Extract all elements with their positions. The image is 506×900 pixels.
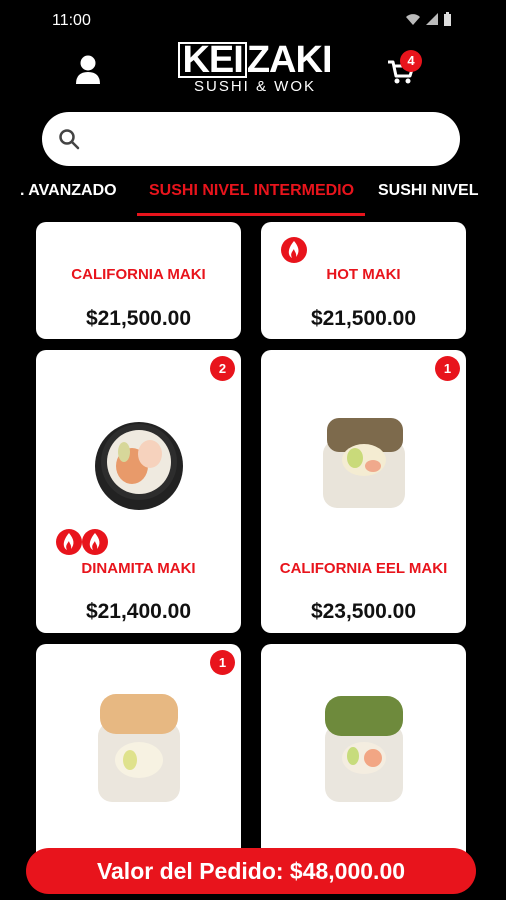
product-card-california-maki[interactable]: CALIFORNIA MAKI $21,500.00 [36,222,241,339]
logo-kei: KEI [178,41,247,79]
product-name: HOT MAKI [326,266,401,283]
user-icon [76,55,100,84]
wifi-icon [406,14,420,25]
status-bar: 11:00 [0,0,506,40]
app-header: KEI ZAKI SUSHI & WOK 4 [0,40,506,104]
logo-zaki: ZAKI [246,39,333,81]
tab-sushi-nivel[interactable]: SUSHI NIVEL [378,182,478,200]
cart-count-badge: 4 [400,50,422,72]
tab-sushi-nivel-intermedio[interactable]: SUSHI NIVEL INTERMEDIO [149,182,354,200]
chili-flame-icon [82,529,108,555]
status-time: 11:00 [52,12,91,29]
quantity-badge: 2 [210,356,235,381]
order-total-label: Valor del Pedido: $48,000.00 [96,858,406,884]
order-total-button[interactable]: Valor del Pedido: $48,000.00 [26,848,476,894]
product-image [323,418,405,508]
status-icons [405,12,452,26]
search-bar[interactable] [42,112,460,166]
product-price: $23,500.00 [310,600,417,623]
product-name: CALIFORNIA MAKI [71,266,206,283]
product-price: $21,500.00 [310,307,417,330]
product-name: CALIFORNIA EEL MAKI [279,560,448,577]
category-tabs: . AVANZADO SUSHI NIVEL INTERMEDIO SUSHI … [0,170,506,216]
quantity-badge: 1 [210,650,235,675]
product-grid: CALIFORNIA MAKI $21,500.00 HOT MAKI $21,… [0,222,506,852]
profile-button[interactable] [74,54,102,86]
battery-icon [444,12,451,26]
product-price: $21,500.00 [85,307,192,330]
product-image [325,696,403,802]
product-card[interactable] [261,644,466,852]
product-image [95,422,183,510]
chili-flame-icon [281,237,307,263]
tab-avanzado[interactable]: . AVANZADO [20,182,117,200]
logo-subtitle: SUSHI & WOK [193,78,316,95]
product-name: DINAMITA MAKI [81,560,196,577]
spicy-indicator [279,236,309,264]
logo: KEI ZAKI SUSHI & WOK [170,40,340,102]
product-card-dinamita-maki[interactable]: 2 DINAMITA MAKI $21,400.00 [36,350,241,633]
product-image [98,694,180,802]
search-input[interactable] [92,122,442,156]
product-card-california-eel-maki[interactable]: 1 CALIFORNIA EEL MAKI $23,500.00 [261,350,466,633]
product-price: $21,400.00 [85,600,192,623]
spicy-indicator [54,528,110,556]
product-card[interactable]: 1 [36,644,241,852]
product-card-hot-maki[interactable]: HOT MAKI $21,500.00 [261,222,466,339]
signal-icon [426,13,438,25]
active-tab-indicator [137,213,365,216]
search-icon [59,129,80,150]
quantity-badge: 1 [435,356,460,381]
